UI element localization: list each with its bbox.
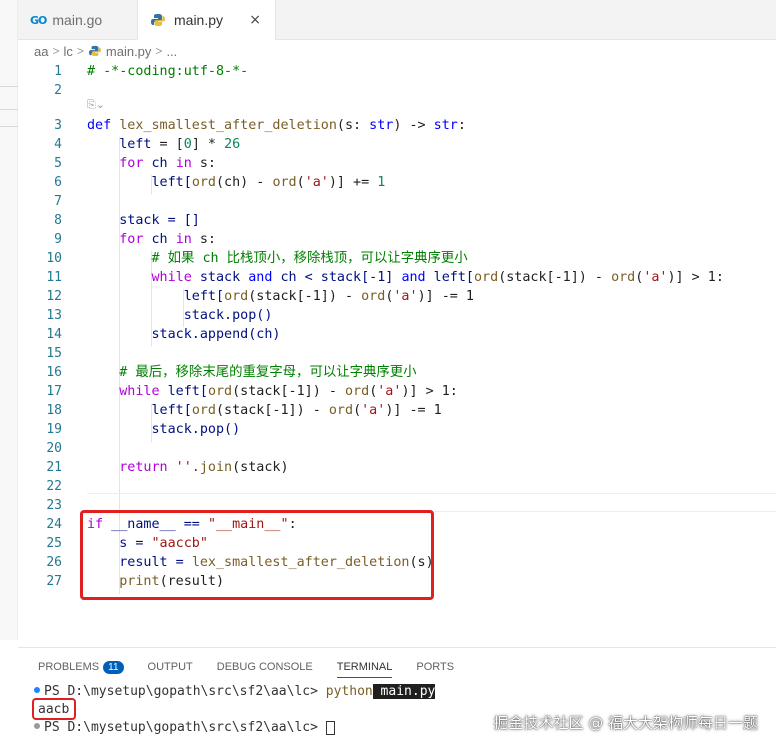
tab-terminal[interactable]: TERMINAL bbox=[336, 656, 393, 678]
code-line: 13 stack.pop() bbox=[46, 308, 273, 323]
terminal-line[interactable]: PS D:\mysetup\gopath\src\sf2\aa\lc> bbox=[34, 719, 335, 737]
code-line: 11 while stack and ch < stack[-1] and le… bbox=[46, 270, 724, 285]
breadcrumb-item[interactable]: ... bbox=[166, 44, 177, 59]
tab-main-py[interactable]: main.py × bbox=[138, 0, 276, 40]
code-line: 8 stack = [] bbox=[54, 213, 200, 228]
problems-count-badge: 11 bbox=[103, 660, 124, 674]
code-line: 2 bbox=[54, 83, 62, 98]
chevron-right-icon: > bbox=[76, 44, 84, 58]
chevron-right-icon: > bbox=[155, 44, 163, 58]
breadcrumb-item[interactable]: aa bbox=[34, 44, 48, 59]
tab-problems[interactable]: PROBLEMS 11 bbox=[38, 656, 124, 678]
breadcrumb: aa > lc > main.py > ... bbox=[18, 40, 177, 62]
code-line: 18 left[ord(stack[-1]) - ord('a')] -= 1 bbox=[46, 403, 442, 418]
command-status-dot-icon bbox=[34, 723, 40, 729]
code-line: 9 for ch in s: bbox=[54, 232, 216, 247]
code-line: 12 left[ord(stack[-1]) - ord('a')] -= 1 bbox=[46, 289, 474, 304]
tab-label: main.go bbox=[52, 12, 103, 28]
code-line: 3 def lex_smallest_after_deletion(s: str)… bbox=[54, 118, 466, 133]
python-file-icon bbox=[88, 45, 101, 57]
copilot-codelens-icon[interactable]: ⎘⌄ bbox=[87, 98, 105, 116]
code-line: 22 bbox=[46, 479, 62, 494]
code-line: 20 bbox=[46, 441, 62, 456]
go-file-icon: GO bbox=[30, 13, 47, 27]
tab-label: main.py bbox=[174, 12, 224, 28]
strip-divider bbox=[0, 86, 18, 87]
bottom-panel: PROBLEMS 11 OUTPUT DEBUG CONSOLE TERMINAL… bbox=[18, 647, 776, 753]
tab-output[interactable]: OUTPUT bbox=[148, 656, 193, 678]
code-line: 16 # 最后，移除末尾的重复字母，可以让字典序更小 bbox=[46, 365, 417, 380]
code-line: 5 for ch in s: bbox=[54, 156, 216, 171]
terminal-cursor bbox=[325, 720, 335, 735]
code-line: 6 left[ord(ch) - ord('a')] += 1 bbox=[54, 175, 386, 190]
python-file-icon bbox=[151, 14, 165, 26]
strip-divider bbox=[0, 109, 18, 110]
activity-strip bbox=[0, 0, 18, 640]
breadcrumb-item[interactable]: lc bbox=[63, 44, 72, 59]
code-line: 1 # -*-coding:utf-8-*- bbox=[54, 64, 249, 79]
watermark: 掘金技术社区 @ 福大大架构师每日一题 bbox=[493, 714, 758, 732]
chevron-right-icon: > bbox=[52, 44, 60, 58]
code-line: 4 left = [0] * 26 bbox=[54, 137, 241, 152]
breadcrumb-item[interactable]: main.py bbox=[106, 44, 152, 59]
code-line: 10 # 如果 ch 比栈顶小，移除栈顶，可以让字典序更小 bbox=[46, 251, 468, 266]
tab-debug-console[interactable]: DEBUG CONSOLE bbox=[217, 656, 313, 678]
code-line: 7 bbox=[54, 194, 62, 209]
strip-divider bbox=[0, 126, 18, 127]
code-line: 19 stack.pop() bbox=[46, 422, 241, 437]
main-block-highlight-box bbox=[80, 510, 434, 600]
editor-tab-bar: GO main.go main.py × bbox=[18, 0, 776, 40]
code-line: 17 while left[ord(stack[-1]) - ord('a')]… bbox=[46, 384, 458, 399]
code-line: 21 return ''.join(stack) bbox=[46, 460, 289, 475]
close-icon[interactable]: × bbox=[249, 12, 261, 28]
panel-tabs: PROBLEMS 11 OUTPUT DEBUG CONSOLE TERMINAL… bbox=[38, 656, 454, 678]
code-line: 14 stack.append(ch) bbox=[46, 327, 281, 342]
output-highlight-box bbox=[32, 698, 76, 720]
command-status-dot-icon bbox=[34, 687, 40, 693]
tab-main-go[interactable]: GO main.go bbox=[18, 0, 138, 40]
tab-ports[interactable]: PORTS bbox=[416, 656, 454, 678]
code-line: 15 bbox=[46, 346, 62, 361]
terminal-line[interactable]: PS D:\mysetup\gopath\src\sf2\aa\lc> pyth… bbox=[34, 683, 436, 701]
code-editor[interactable]: ⎘⌄ 1 # -*-coding:utf-8-*- 2 3 def lex_smal… bbox=[18, 62, 776, 647]
